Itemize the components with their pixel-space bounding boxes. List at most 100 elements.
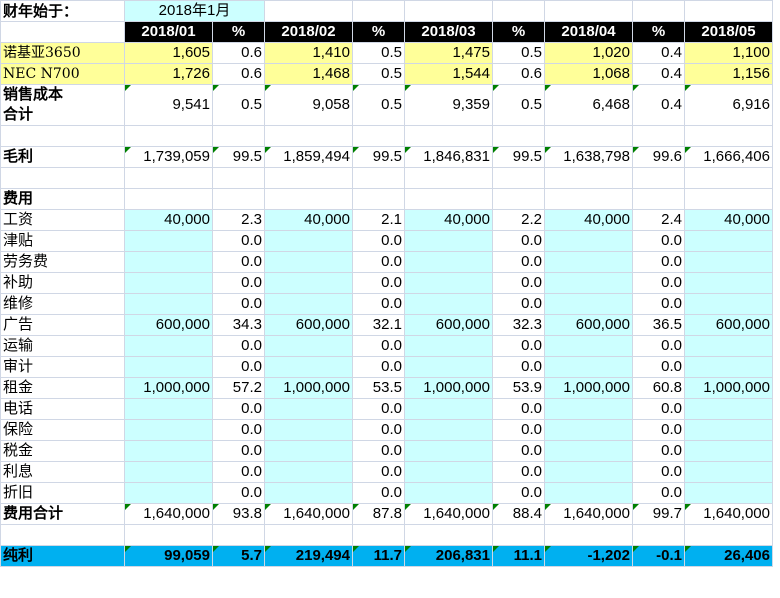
percent-cell[interactable]: 0.0 [352,251,405,273]
percent-cell[interactable]: 0.0 [492,419,545,441]
cell[interactable] [212,167,265,189]
cell[interactable] [0,167,125,189]
value-cell[interactable]: 1,000,000 [544,377,633,399]
value-cell[interactable]: 40,000 [544,209,633,231]
percent-cell[interactable]: 0.0 [632,293,685,315]
percent-cell[interactable]: 0.0 [492,293,545,315]
value-cell[interactable] [264,482,353,504]
percent-cell[interactable]: 0.0 [632,335,685,357]
value-cell[interactable]: 1,068 [544,63,633,85]
cell[interactable] [544,0,633,22]
row-label[interactable]: 折旧 [0,482,125,504]
value-cell[interactable] [544,398,633,420]
value-cell[interactable] [684,461,773,483]
value-cell[interactable] [264,272,353,294]
value-cell[interactable]: 9,058 [264,84,353,126]
row-label[interactable]: 广告 [0,314,125,336]
row-label[interactable]: NEC N700 [0,63,125,85]
value-cell[interactable]: 1,605 [124,42,213,64]
value-cell[interactable]: 1,859,494 [264,146,353,168]
percent-cell[interactable]: 0.0 [632,419,685,441]
row-label[interactable]: 毛利 [0,146,125,168]
cell[interactable] [352,0,405,22]
value-cell[interactable] [544,251,633,273]
percent-cell[interactable]: 2.3 [212,209,265,231]
value-cell[interactable] [544,272,633,294]
value-cell[interactable] [404,356,493,378]
value-cell[interactable]: 1,468 [264,63,353,85]
section-title[interactable]: 费用 [0,188,125,210]
value-cell[interactable]: 1,100 [684,42,773,64]
percent-cell[interactable]: 0.6 [492,63,545,85]
value-cell[interactable] [264,356,353,378]
percent-cell[interactable]: 2.2 [492,209,545,231]
value-cell[interactable]: 1,000,000 [684,377,773,399]
percent-cell[interactable]: 0.0 [352,461,405,483]
fiscal-start-label[interactable]: 财年始于： [0,0,125,22]
percent-cell[interactable]: 99.6 [632,146,685,168]
percent-cell[interactable]: 0.0 [212,461,265,483]
value-cell[interactable]: 1,666,406 [684,146,773,168]
percent-cell[interactable]: 0.0 [632,440,685,462]
header-corner[interactable] [0,21,125,43]
value-cell[interactable] [544,461,633,483]
row-label[interactable]: 税金 [0,440,125,462]
value-cell[interactable] [404,482,493,504]
value-cell[interactable]: 1,846,831 [404,146,493,168]
col-header[interactable]: 2018/02 [264,21,353,43]
col-header[interactable]: 2018/04 [544,21,633,43]
percent-cell[interactable]: 0.0 [352,398,405,420]
percent-cell[interactable]: 0.0 [212,335,265,357]
percent-cell[interactable]: 0.5 [352,63,405,85]
value-cell[interactable]: 219,494 [264,545,353,567]
row-label[interactable]: 劳务费 [0,251,125,273]
percent-cell[interactable]: 0.0 [632,398,685,420]
value-cell[interactable]: 9,359 [404,84,493,126]
value-cell[interactable] [544,356,633,378]
cell[interactable] [124,167,213,189]
value-cell[interactable]: 1,640,000 [404,503,493,525]
value-cell[interactable]: 1,640,000 [544,503,633,525]
value-cell[interactable]: 600,000 [544,314,633,336]
value-cell[interactable] [124,398,213,420]
percent-cell[interactable]: 0.0 [492,251,545,273]
value-cell[interactable] [264,230,353,252]
value-cell[interactable]: 1,000,000 [124,377,213,399]
value-cell[interactable]: 1,000,000 [404,377,493,399]
cell[interactable] [492,524,545,546]
percent-cell[interactable]: 0.0 [632,482,685,504]
value-cell[interactable] [124,419,213,441]
value-cell[interactable] [544,419,633,441]
percent-cell[interactable]: 53.5 [352,377,405,399]
value-cell[interactable] [404,293,493,315]
value-cell[interactable]: 1,640,000 [684,503,773,525]
cell[interactable] [544,524,633,546]
cell[interactable] [684,524,773,546]
value-cell[interactable] [124,461,213,483]
percent-cell[interactable]: 0.6 [212,42,265,64]
cell[interactable] [264,125,353,147]
percent-cell[interactable]: 0.0 [492,356,545,378]
row-label[interactable]: 补助 [0,272,125,294]
value-cell[interactable] [124,335,213,357]
value-cell[interactable]: 1,726 [124,63,213,85]
percent-cell[interactable]: 36.5 [632,314,685,336]
row-label[interactable]: 费用合计 [0,503,125,525]
value-cell[interactable]: 40,000 [684,209,773,231]
value-cell[interactable]: 40,000 [124,209,213,231]
cell[interactable] [544,167,633,189]
cell[interactable] [684,167,773,189]
value-cell[interactable] [264,419,353,441]
percent-cell[interactable]: 0.0 [492,461,545,483]
percent-cell[interactable]: 0.5 [492,42,545,64]
value-cell[interactable]: 600,000 [264,314,353,336]
value-cell[interactable] [124,293,213,315]
cell[interactable] [632,125,685,147]
value-cell[interactable]: 600,000 [404,314,493,336]
value-cell[interactable]: 1,156 [684,63,773,85]
value-cell[interactable] [544,482,633,504]
value-cell[interactable] [684,335,773,357]
value-cell[interactable]: 1,544 [404,63,493,85]
value-cell[interactable]: 99,059 [124,545,213,567]
value-cell[interactable]: 40,000 [264,209,353,231]
